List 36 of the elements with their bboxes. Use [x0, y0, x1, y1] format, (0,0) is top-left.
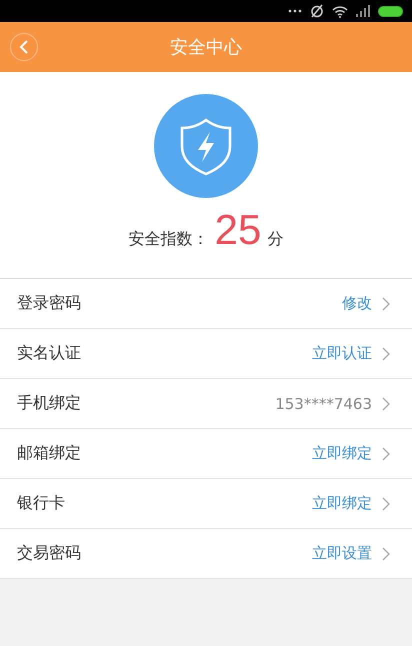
alarm-off-icon — [310, 4, 324, 18]
chevron-icon — [382, 396, 390, 410]
shield-lightning-icon — [154, 94, 258, 198]
row-label: 交易密码 — [17, 543, 82, 564]
row-value: 153****7463 — [275, 394, 372, 412]
more-icon — [288, 9, 302, 13]
row-value: 修改 — [342, 294, 372, 313]
chevron-icon — [382, 546, 390, 560]
signal-icon — [356, 5, 370, 17]
chevron-icon — [382, 346, 390, 360]
chevron-icon — [382, 496, 390, 510]
settings-row[interactable]: 交易密码 立即设置 — [0, 529, 412, 579]
back-button[interactable] — [10, 33, 38, 61]
row-label: 手机绑定 — [17, 393, 82, 414]
wifi-icon — [332, 4, 348, 18]
chevron-icon — [382, 296, 390, 310]
settings-row[interactable]: 实名认证 立即认证 — [0, 329, 412, 379]
settings-row[interactable]: 银行卡 立即绑定 — [0, 479, 412, 529]
chevron-icon — [382, 446, 390, 460]
back-icon — [19, 40, 29, 54]
battery-icon — [378, 6, 404, 16]
row-value: 立即绑定 — [312, 494, 372, 513]
page-title: 安全中心 — [170, 36, 242, 59]
settings-row[interactable]: 手机绑定 153****7463 — [0, 379, 412, 429]
row-label: 银行卡 — [17, 493, 66, 514]
row-value: 立即绑定 — [312, 444, 372, 463]
settings-row[interactable]: 登录密码 修改 — [0, 279, 412, 329]
row-value: 立即设置 — [312, 544, 372, 563]
row-label: 登录密码 — [17, 293, 82, 314]
settings-row[interactable]: 邮箱绑定 立即绑定 — [0, 429, 412, 479]
row-value: 立即认证 — [312, 344, 372, 363]
score-label: 安全指数： — [128, 229, 209, 250]
row-label: 邮箱绑定 — [17, 443, 82, 464]
row-label: 实名认证 — [17, 343, 82, 364]
score-value: 25 — [214, 206, 262, 254]
score-unit: 分 — [267, 229, 284, 250]
